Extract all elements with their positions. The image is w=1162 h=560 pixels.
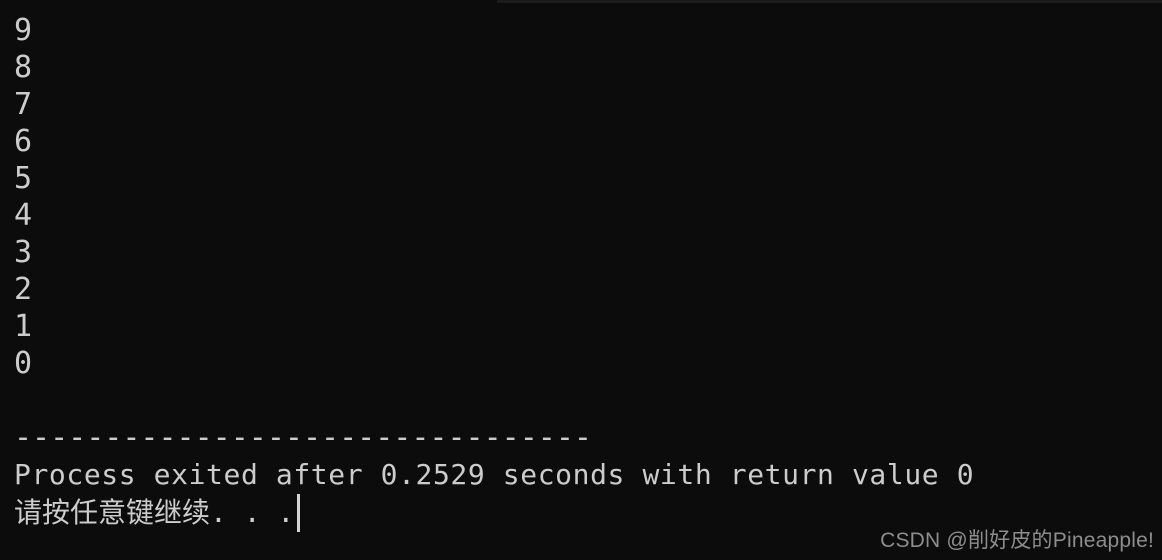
output-line: 3 [14,235,33,270]
output-line: 4 [14,198,33,233]
output-line: 0 [14,346,33,381]
separator-line: -------------------------------- [14,420,592,455]
console-text-buffer[interactable]: 9 8 7 6 5 4 3 2 1 0 --------------------… [14,12,1162,560]
text-cursor [297,494,301,532]
output-line: 2 [14,272,33,307]
process-exit-message: Process exited after 0.2529 seconds with… [14,458,975,491]
press-any-key-prompt: 请按任意键继续. . . [14,496,295,529]
window-top-edge-strip [497,0,1162,3]
countdown-output-block: 9 8 7 6 5 4 3 2 1 0 [14,12,1162,382]
csdn-watermark: CSDN @削好皮的Pineapple! [880,529,1154,552]
output-line: 6 [14,124,33,159]
output-line: 7 [14,87,33,122]
output-line: 9 [14,13,33,48]
console-window[interactable]: 9 8 7 6 5 4 3 2 1 0 --------------------… [0,0,1162,560]
output-line: 1 [14,309,33,344]
output-line: 5 [14,161,33,196]
output-line: 8 [14,50,33,85]
